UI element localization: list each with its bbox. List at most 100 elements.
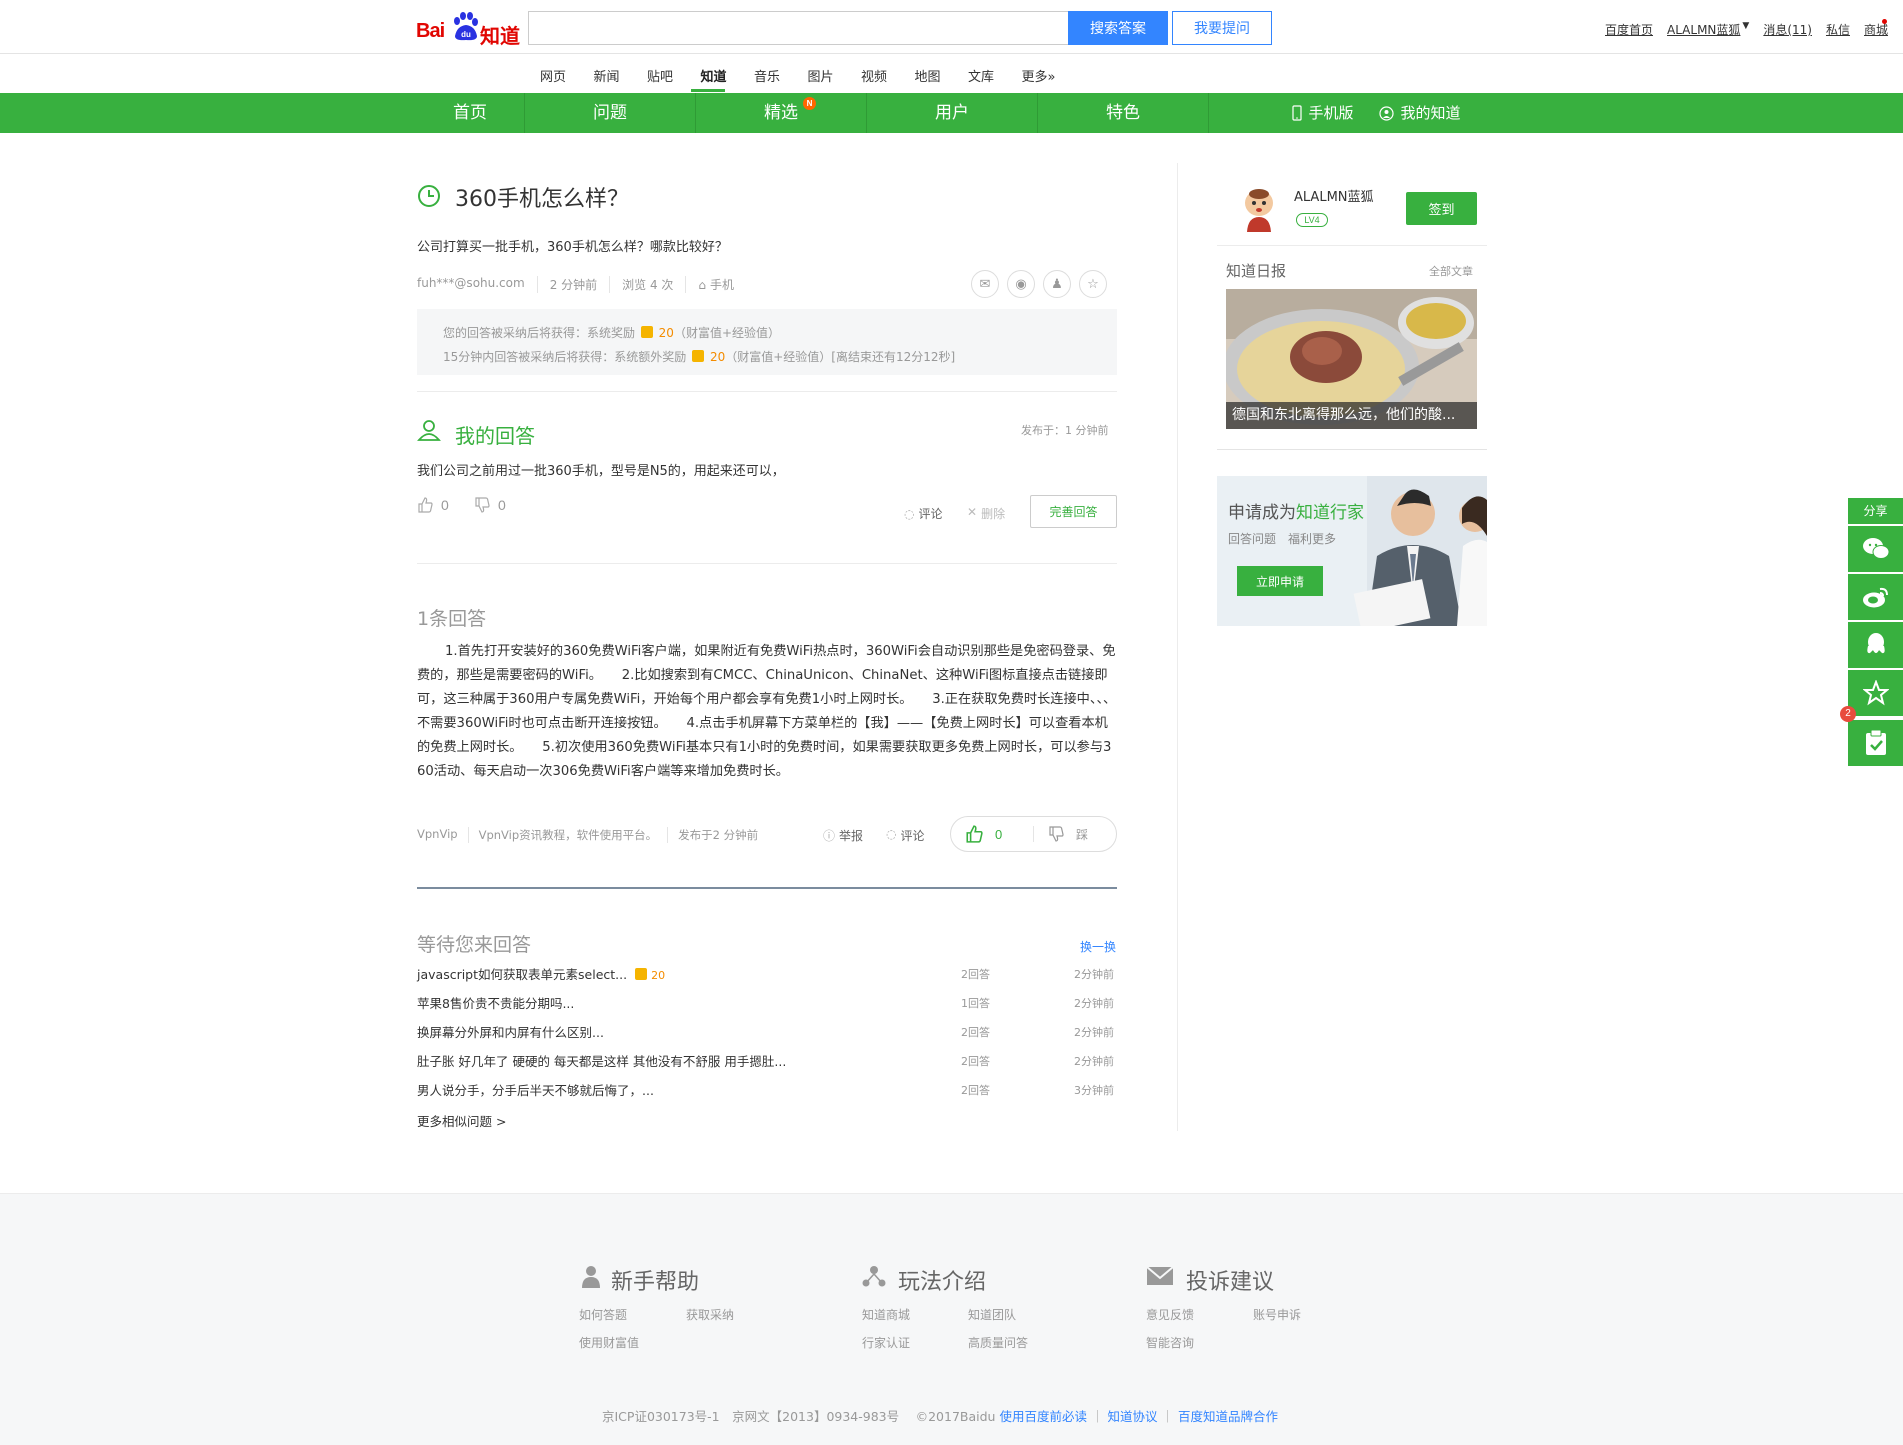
channel-wenku[interactable]: 文库 — [968, 66, 1022, 85]
footer-link[interactable]: 获取采纳 — [686, 1306, 734, 1323]
channel-zhidao[interactable]: 知道 — [701, 66, 755, 85]
username-link[interactable]: ALALMN蓝狐 — [1667, 21, 1740, 37]
private-message-link[interactable]: 私信 — [1826, 21, 1850, 37]
waiting-question[interactable]: javascript如何获取表单元素select... — [417, 967, 627, 982]
footer-brand-link[interactable]: 百度知道品牌合作 — [1178, 1409, 1278, 1424]
daily-article-caption[interactable]: 德国和东北离得那么远，他们的酸... — [1226, 402, 1477, 429]
waiting-question[interactable]: 换屏幕分外屏和内屏有什么区别... — [417, 1022, 604, 1044]
upvote-button[interactable]: 0 — [417, 497, 449, 513]
my-answer-title: 我的回答 — [455, 424, 535, 448]
expert-title-prefix: 申请成为 — [1228, 503, 1296, 523]
footer-link[interactable]: 行家认证 — [862, 1334, 910, 1351]
footer-link[interactable]: 意见反馈 — [1146, 1306, 1194, 1323]
question-tag[interactable]: ⌂ 手机 — [685, 276, 746, 293]
weibo-share-button[interactable] — [1848, 574, 1903, 620]
more-similar-link[interactable]: 更多相似问题 > — [417, 1111, 506, 1130]
chevron-down-icon[interactable]: ▼ — [1742, 21, 1749, 37]
waiting-question[interactable]: 男人说分手，分手后半天不够就后悔了，... — [417, 1080, 654, 1102]
waiting-question[interactable]: 苹果8售价贵不贵能分期吗... — [417, 993, 574, 1015]
footer-link[interactable]: 账号申诉 — [1253, 1306, 1301, 1323]
waiting-time: 2分钟前 — [1074, 1026, 1114, 1039]
list-item[interactable]: 男人说分手，分手后半天不够就后悔了，... 2回答 3分钟前 — [417, 1080, 1117, 1109]
swap-link[interactable]: 换一换 — [1080, 938, 1116, 955]
channel-web[interactable]: 网页 — [540, 66, 594, 85]
reward-line-2-amount: 20 — [709, 350, 726, 364]
improve-answer-button[interactable]: 完善回答 — [1030, 495, 1117, 528]
answer-like-button[interactable]: 0 — [951, 825, 1033, 843]
footer-agreement-link[interactable]: 知道协议 — [1107, 1409, 1157, 1424]
nav-questions[interactable]: 问题 — [525, 93, 695, 133]
channel-video[interactable]: 视频 — [861, 66, 915, 85]
green-nav-bar: 首页 问题 精选 N 用户 特色 手机版 我的知道 — [0, 93, 1903, 133]
footer-read-first-link[interactable]: 使用百度前必读 — [999, 1409, 1087, 1424]
nav-my-zhidao[interactable]: 我的知道 — [1370, 93, 1470, 133]
clipboard-check-icon — [1865, 729, 1886, 755]
active-channel-indicator — [691, 89, 725, 92]
list-item[interactable]: javascript如何获取表单元素select... 20 2回答 2分钟前 — [417, 964, 1117, 993]
baidu-zhidao-logo[interactable]: Bai du 知道 — [416, 8, 520, 48]
answer-dislike-label: 踩 — [1076, 827, 1089, 842]
answerer-name[interactable]: VpnVip — [417, 827, 468, 843]
wechat-share-icon[interactable]: ✉ — [971, 270, 999, 298]
expert-banner-subtitle: 回答问题 福利更多 — [1228, 532, 1337, 546]
signin-button[interactable]: 签到 — [1406, 192, 1477, 225]
waiting-list: javascript如何获取表单元素select... 20 2回答 2分钟前 苹… — [417, 964, 1117, 1109]
delete-button[interactable]: ✕ 删除 — [967, 505, 1005, 522]
avatar[interactable] — [1238, 186, 1280, 232]
logo-bai-text: Bai — [416, 20, 445, 42]
footer-link[interactable]: 智能咨询 — [1146, 1334, 1194, 1351]
footer-link[interactable]: 如何答题 — [579, 1306, 627, 1323]
copyright-text: 京ICP证030173号-1 京网文【2013】0934-983号 ©2017B… — [602, 1409, 1000, 1424]
sidebar-username[interactable]: ALALMN蓝狐 — [1294, 186, 1374, 205]
footer-help-title: 新手帮助 — [611, 1270, 700, 1295]
nav-users[interactable]: 用户 — [867, 93, 1037, 133]
channel-more[interactable]: 更多» — [1022, 66, 1076, 85]
coin-icon — [640, 326, 653, 338]
section-divider — [417, 887, 1117, 889]
weibo-share-icon[interactable]: ◉ — [1007, 270, 1035, 298]
qq-share-icon[interactable]: ♟ — [1043, 270, 1071, 298]
task-button[interactable] — [1848, 720, 1903, 766]
search-input[interactable] — [528, 11, 1069, 45]
ask-question-button[interactable]: 我要提问 — [1172, 11, 1272, 45]
baidu-home-link[interactable]: 百度首页 — [1605, 21, 1653, 37]
all-articles-link[interactable]: 全部文章 — [1429, 263, 1473, 279]
answer-dislike-button[interactable]: 踩 — [1034, 826, 1088, 843]
waiting-question[interactable]: 肚子胀 好几年了 硬硬的 每天都是这样 其他没有不舒服 用手摁肚... — [417, 1051, 786, 1073]
footer-link[interactable]: 知道商城 — [862, 1306, 910, 1323]
report-button[interactable]: ⓘ 举报 — [823, 827, 863, 844]
daily-title: 知道日报 — [1226, 262, 1287, 280]
downvote-button[interactable]: 0 — [474, 497, 506, 513]
nav-mobile[interactable]: 手机版 — [1273, 93, 1373, 133]
footer-link[interactable]: 高质量问答 — [968, 1334, 1028, 1351]
messages-link[interactable]: 消息(11) — [1763, 21, 1812, 37]
search-answer-button[interactable]: 搜索答案 — [1068, 11, 1168, 45]
nav-featured[interactable]: 精选 — [696, 93, 866, 133]
footer-link[interactable]: 知道团队 — [968, 1306, 1016, 1323]
thumbs-up-icon — [966, 825, 983, 843]
wechat-share-button[interactable] — [1848, 526, 1903, 572]
apply-now-button[interactable]: 立即申请 — [1237, 566, 1323, 596]
qq-share-button[interactable] — [1848, 622, 1903, 668]
comment-button[interactable]: ◌ 评论 — [904, 505, 943, 522]
list-item[interactable]: 肚子胀 好几年了 硬硬的 每天都是这样 其他没有不舒服 用手摁肚... 2回答 … — [417, 1051, 1117, 1080]
footer-link[interactable]: 使用财富值 — [579, 1334, 639, 1351]
favorite-star-icon[interactable]: ☆ — [1079, 270, 1107, 298]
nav-home[interactable]: 首页 — [416, 93, 524, 133]
list-item[interactable]: 换屏幕分外屏和内屏有什么区别... 2回答 2分钟前 — [417, 1022, 1117, 1051]
nav-special[interactable]: 特色 — [1038, 93, 1208, 133]
channel-map[interactable]: 地图 — [915, 66, 969, 85]
channel-tieba[interactable]: 贴吧 — [647, 66, 701, 85]
channel-news[interactable]: 新闻 — [594, 66, 648, 85]
answer-time: 发布于2 分钟前 — [667, 827, 768, 843]
waiting-answer-count: 1回答 — [961, 997, 990, 1010]
footer-gameplay-title: 玩法介绍 — [898, 1270, 987, 1295]
favorite-share-button[interactable] — [1848, 670, 1903, 716]
answer-comment-button[interactable]: ◌ 评论 — [886, 827, 925, 844]
channel-images[interactable]: 图片 — [808, 66, 862, 85]
clock-icon — [418, 185, 440, 207]
list-item[interactable]: 苹果8售价贵不贵能分期吗... 1回答 2分钟前 — [417, 993, 1117, 1022]
question-author[interactable]: fuh***@sohu.com — [417, 276, 537, 293]
channel-music[interactable]: 音乐 — [754, 66, 808, 85]
user-circle-icon — [1379, 105, 1395, 121]
